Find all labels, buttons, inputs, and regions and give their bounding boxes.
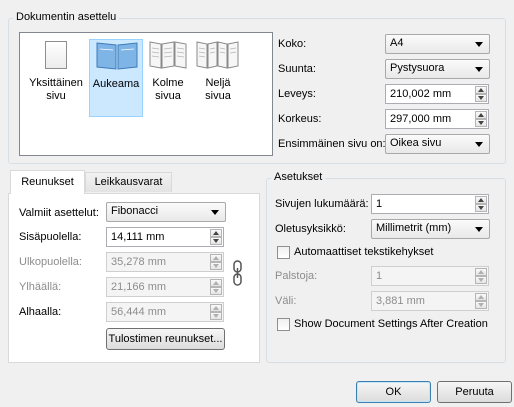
chevron-down-icon	[475, 142, 483, 147]
page-type-label: sivua	[205, 90, 231, 102]
chevron-down-icon	[475, 42, 483, 47]
show-settings-label: Show Document Settings After Creation	[294, 318, 488, 330]
gap-label: Väli:	[275, 295, 297, 307]
page-count-label: Sivujen lukumäärä:	[275, 198, 369, 210]
first-page-label: Ensimmäinen sivu on:	[278, 138, 386, 150]
preset-select-value: Fibonacci	[111, 205, 159, 217]
spin-down-icon[interactable]	[210, 237, 222, 245]
orientation-label: Suunta:	[278, 63, 316, 75]
preset-label: Valmiit asettelut:	[19, 207, 99, 219]
spin-down-icon[interactable]	[475, 94, 487, 102]
orientation-select[interactable]: Pystysuora	[385, 59, 490, 79]
columns-spinbox[interactable]: 1	[371, 266, 489, 286]
default-unit-value: Millimetrit (mm)	[376, 222, 452, 234]
default-unit-select[interactable]: Millimetrit (mm)	[371, 219, 490, 239]
spin-up-icon[interactable]	[210, 279, 222, 287]
spin-up-icon[interactable]	[475, 293, 487, 301]
tab-bleeds-label: Leikkausvarat	[94, 176, 163, 188]
page-type-label: Aukeama	[92, 78, 140, 90]
top-spinbox[interactable]: 21,166 mm	[106, 277, 224, 297]
spin-down-icon[interactable]	[475, 204, 487, 212]
page-type-four[interactable]: Neljä sivua	[193, 39, 243, 117]
page-type-label: Neljä	[205, 77, 231, 89]
cancel-button[interactable]: Peruuta	[437, 381, 512, 403]
preset-select[interactable]: Fibonacci	[106, 202, 226, 222]
orientation-select-value: Pystysuora	[390, 62, 445, 74]
width-label: Leveys:	[278, 88, 316, 100]
page-type-selector: Yksittäinen sivu Aukeama Kolme sivua Nel…	[19, 32, 273, 156]
four-fold-icon	[196, 41, 239, 69]
outside-label: Ulkopuolella:	[19, 256, 82, 268]
page-type-single[interactable]: Yksittäinen sivu	[23, 39, 89, 117]
spin-up-icon[interactable]	[475, 196, 487, 204]
default-unit-label: Oletusyksikkö:	[275, 223, 346, 235]
three-fold-icon	[149, 41, 187, 69]
spin-up-icon[interactable]	[210, 229, 222, 237]
tab-margins[interactable]: Reunukset	[10, 170, 85, 194]
outside-value: 35,278 mm	[111, 256, 167, 268]
inside-spinbox[interactable]: 14,111 mm	[106, 227, 224, 247]
show-settings-checkbox[interactable]	[277, 318, 290, 331]
top-value: 21,166 mm	[111, 281, 167, 293]
auto-text-frames-checkbox[interactable]	[277, 246, 290, 259]
facing-pages-icon	[96, 42, 138, 70]
bottom-value: 56,444 mm	[111, 306, 167, 318]
printer-margins-label: Tulostimen reunukset...	[108, 333, 223, 345]
chevron-down-icon	[211, 210, 219, 215]
outside-spinbox[interactable]: 35,278 mm	[106, 252, 224, 272]
inside-value: 14,111 mm	[111, 231, 165, 243]
single-page-icon	[45, 41, 67, 69]
width-spinbox[interactable]: 210,002 mm	[385, 84, 489, 104]
page-type-label: Kolme	[152, 77, 184, 89]
columns-value: 1	[376, 270, 383, 282]
height-spinbox[interactable]: 297,000 mm	[385, 109, 489, 129]
height-value: 297,000 mm	[390, 113, 452, 125]
size-select-value: A4	[390, 37, 404, 49]
spin-down-icon[interactable]	[475, 119, 487, 127]
width-value: 210,002 mm	[390, 88, 452, 100]
first-page-select-value: Oikea sivu	[390, 137, 442, 149]
spin-down-icon[interactable]	[210, 262, 222, 270]
cancel-label: Peruuta	[455, 386, 494, 398]
settings-title: Asetukset	[271, 171, 326, 183]
gap-value: 3,881 mm	[376, 295, 425, 307]
spin-down-icon[interactable]	[210, 312, 222, 320]
spin-down-icon[interactable]	[475, 276, 487, 284]
printer-margins-button[interactable]: Tulostimen reunukset...	[106, 328, 225, 350]
auto-text-frames-label: Automaattiset tekstikehykset	[294, 246, 434, 258]
size-label: Koko:	[278, 38, 307, 50]
page-count-spinbox[interactable]: 1	[371, 194, 489, 214]
ok-button[interactable]: OK	[356, 381, 431, 403]
page-type-three[interactable]: Kolme sivua	[143, 39, 193, 117]
link-chain-icon[interactable]	[232, 260, 244, 286]
first-page-select[interactable]: Oikea sivu	[385, 134, 490, 154]
ok-label: OK	[385, 386, 402, 398]
tab-bleeds[interactable]: Leikkausvarat	[85, 172, 172, 192]
spin-up-icon[interactable]	[475, 86, 487, 94]
chevron-down-icon	[475, 67, 483, 72]
spin-up-icon[interactable]	[210, 254, 222, 262]
height-label: Korkeus:	[278, 113, 322, 125]
page-type-label: sivu	[46, 90, 66, 102]
spin-up-icon[interactable]	[475, 111, 487, 119]
top-label: Ylhäällä:	[19, 281, 62, 293]
spin-up-icon[interactable]	[475, 268, 487, 276]
page-type-label: Yksittäinen	[29, 77, 83, 89]
page-type-label: sivua	[155, 90, 181, 102]
chevron-down-icon	[475, 227, 483, 232]
bottom-spinbox[interactable]: 56,444 mm	[106, 302, 224, 322]
spin-down-icon[interactable]	[210, 287, 222, 295]
spin-up-icon[interactable]	[210, 304, 222, 312]
document-layout-title: Dokumentin asettelu	[13, 11, 120, 23]
bottom-label: Alhaalla:	[19, 306, 62, 318]
page-type-facing[interactable]: Aukeama	[89, 39, 143, 117]
columns-label: Palstoja:	[275, 270, 318, 282]
page-count-value: 1	[376, 198, 383, 210]
size-select[interactable]: A4	[385, 34, 490, 54]
spin-down-icon[interactable]	[475, 301, 487, 309]
gap-spinbox[interactable]: 3,881 mm	[371, 291, 489, 311]
inside-label: Sisäpuolella:	[19, 231, 82, 243]
tab-margins-label: Reunukset	[21, 176, 74, 188]
